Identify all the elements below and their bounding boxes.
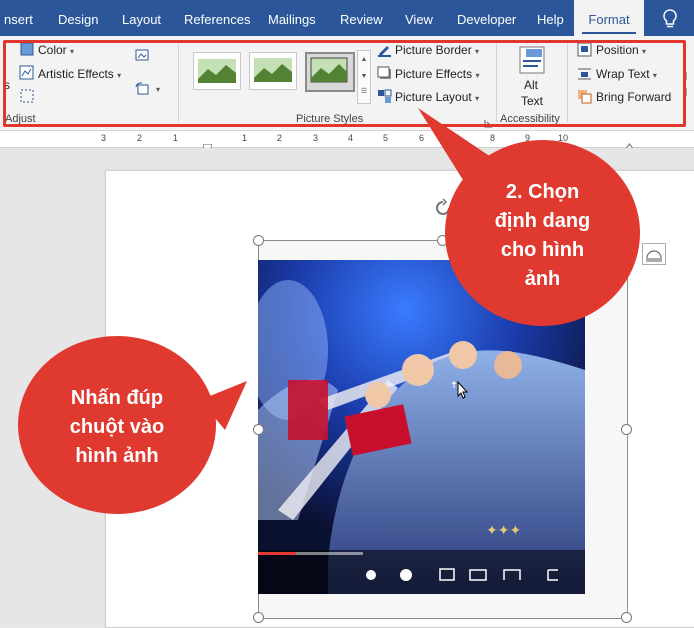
tab-help[interactable]: Help <box>531 0 570 36</box>
resize-handle[interactable] <box>253 235 264 246</box>
callout-double-click: Nhấn đúp chuột vào hình ảnh <box>18 336 216 514</box>
ruler-number: 2 <box>137 133 143 143</box>
tab-format[interactable]: Format <box>574 0 644 36</box>
tab-developer[interactable]: Developer <box>451 0 522 36</box>
move-cursor-icon <box>450 380 469 407</box>
horizontal-ruler: 3 2 1 1 2 3 4 5 6 7 8 9 10 <box>0 131 694 152</box>
ruler-number: 3 <box>101 133 107 143</box>
callout-choose-format: 2. Chọn định dang cho hình ảnh <box>445 140 640 326</box>
callout-text-line: Nhấn đúp <box>70 387 164 409</box>
callout-text-line: hình ảnh <box>75 445 159 467</box>
tab-mailings[interactable]: Mailings <box>262 0 322 36</box>
ruler-number: 5 <box>383 133 389 143</box>
ribbon-highlight-box <box>3 40 686 127</box>
callout-text-line: cho hình <box>500 239 585 261</box>
svg-text:✦✦✦: ✦✦✦ <box>486 523 521 539</box>
ribbon-tab-bar: nsert Design Layout References Mailings … <box>0 0 694 36</box>
callout-text-line: ảnh <box>524 268 561 290</box>
tab-view[interactable]: View <box>399 0 439 36</box>
ruler-number: 1 <box>242 133 248 143</box>
resize-handle[interactable] <box>253 612 264 623</box>
ruler-number: 1 <box>173 133 179 143</box>
tab-layout[interactable]: Layout <box>116 0 167 36</box>
tab-design[interactable]: Design <box>52 0 104 36</box>
layout-options-icon[interactable] <box>642 243 666 265</box>
tab-insert[interactable]: nsert <box>0 0 39 36</box>
lightbulb-icon[interactable] <box>660 8 680 35</box>
ruler-number: 4 <box>348 133 354 143</box>
callout-text-line: 2. Chọn <box>505 181 580 203</box>
resize-handle[interactable] <box>621 424 632 435</box>
tab-references[interactable]: References <box>178 0 256 36</box>
callout-text-line: chuột vào <box>69 416 165 438</box>
ruler-number: 3 <box>313 133 319 143</box>
callout-text-line: định dang <box>494 210 591 232</box>
resize-handle[interactable] <box>621 612 632 623</box>
tab-review[interactable]: Review <box>334 0 389 36</box>
right-indent-marker[interactable] <box>624 137 635 151</box>
ruler-number: 2 <box>277 133 283 143</box>
